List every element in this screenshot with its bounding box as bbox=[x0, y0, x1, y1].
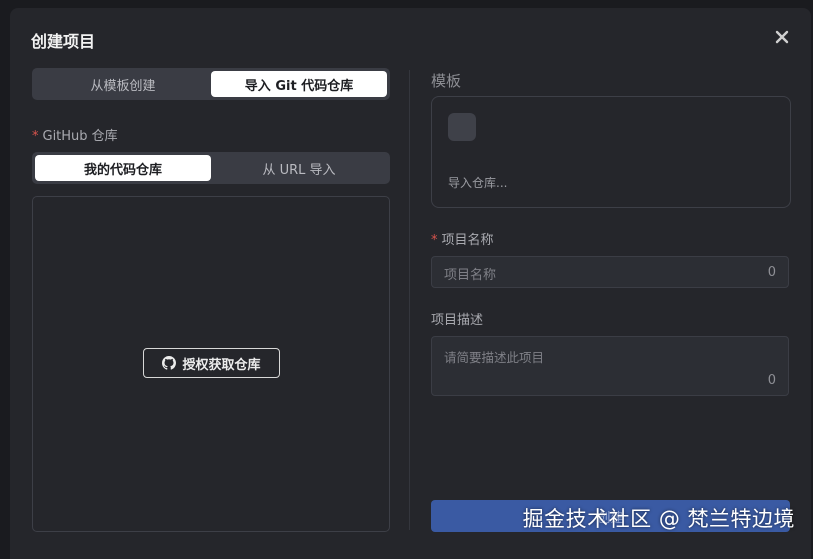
project-name-placeholder: 项目名称 bbox=[444, 268, 497, 283]
repo-list-panel: 授权获取仓库 bbox=[32, 196, 390, 532]
project-desc-textarea[interactable]: 请简要描述此项目 0 bbox=[431, 336, 789, 396]
watermark: 掘金技术社区 @ 梵兰特边境 bbox=[522, 507, 795, 531]
template-selector[interactable]: 导入仓库... bbox=[431, 96, 791, 208]
tab-import-git[interactable]: 导入 Git 代码仓库 bbox=[211, 71, 387, 97]
authorize-repos-label: 授权获取仓库 bbox=[182, 357, 261, 373]
github-repo-label-text: GitHub 仓库 bbox=[42, 129, 118, 144]
required-mark: * bbox=[431, 233, 438, 248]
create-project-dialog: 创建项目 从模板创建 导入 Git 代码仓库 * GitHub 仓库 我的代码仓库… bbox=[10, 8, 811, 559]
close-button[interactable] bbox=[775, 30, 789, 44]
project-name-label-text: 项目名称 bbox=[441, 233, 494, 248]
template-placeholder: 导入仓库... bbox=[448, 176, 508, 190]
tab-from-template[interactable]: 从模板创建 bbox=[35, 71, 211, 97]
repo-tabs: 我的代码仓库 从 URL 导入 bbox=[32, 152, 390, 184]
tab-my-repos[interactable]: 我的代码仓库 bbox=[35, 155, 211, 181]
project-desc-placeholder: 请简要描述此项目 bbox=[444, 350, 545, 365]
source-tabs: 从模板创建 导入 Git 代码仓库 bbox=[32, 68, 390, 100]
github-repo-label: * GitHub 仓库 bbox=[32, 125, 118, 144]
github-icon bbox=[162, 356, 177, 370]
close-icon bbox=[775, 30, 789, 44]
project-desc-label: 项目描述 bbox=[431, 313, 484, 328]
tab-import-url[interactable]: 从 URL 导入 bbox=[211, 155, 387, 181]
column-divider bbox=[409, 70, 410, 530]
authorize-repos-button[interactable]: 授权获取仓库 bbox=[143, 348, 280, 378]
project-name-char-count: 0 bbox=[767, 265, 776, 280]
required-mark: * bbox=[32, 129, 39, 144]
project-name-label: * 项目名称 bbox=[431, 229, 494, 248]
project-name-input[interactable]: 项目名称 0 bbox=[431, 256, 789, 288]
dialog-title: 创建项目 bbox=[31, 32, 96, 51]
project-desc-char-count: 0 bbox=[767, 373, 776, 388]
template-label: 模板 bbox=[431, 72, 462, 90]
template-thumbnail bbox=[448, 113, 476, 141]
